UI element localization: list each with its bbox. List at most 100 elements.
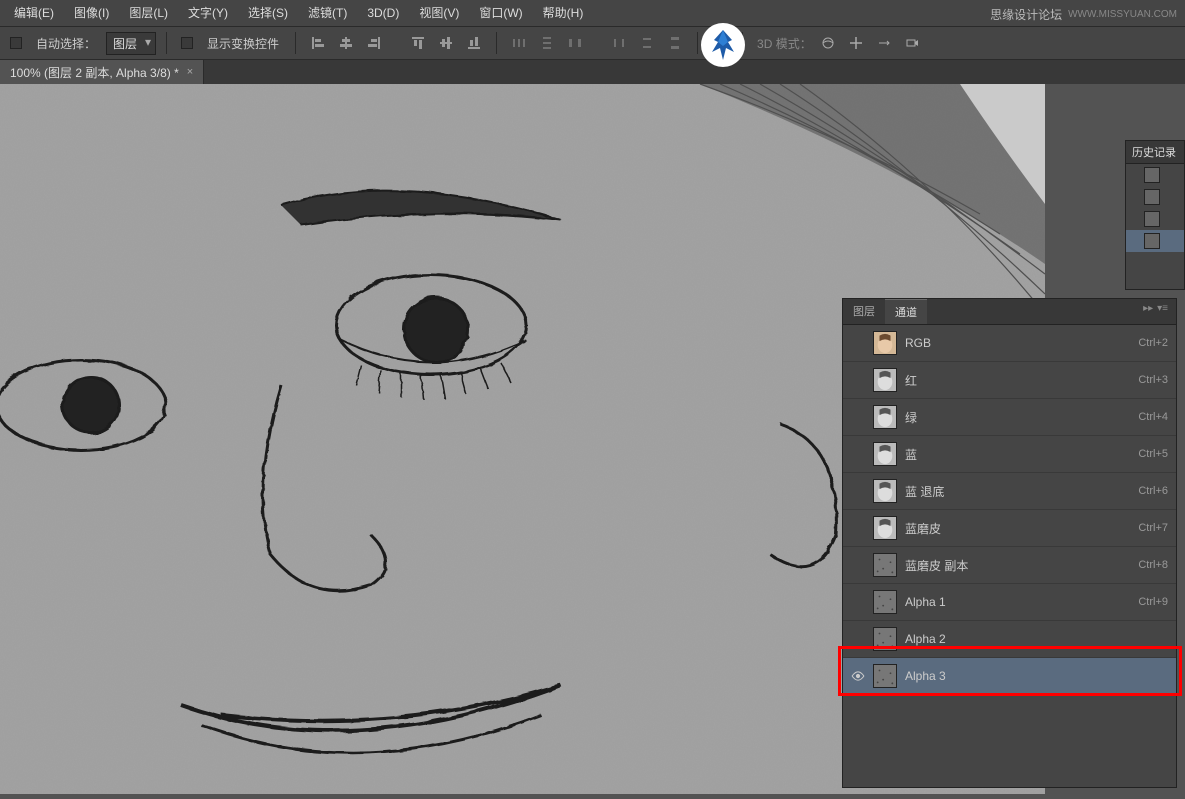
visibility-eye-icon[interactable] <box>851 410 865 424</box>
align-center-v-icon[interactable] <box>434 32 458 54</box>
channel-row[interactable]: Alpha 3 <box>843 658 1176 695</box>
align-left-icon[interactable] <box>306 32 330 54</box>
channel-shortcut: Ctrl+9 <box>1138 596 1168 608</box>
show-transform-checkbox[interactable] <box>181 37 193 49</box>
watermark: 思缘设计论坛 WWW.MISSYUAN.COM <box>990 6 1177 23</box>
channel-thumbnail <box>873 664 897 688</box>
menu-filter[interactable]: 滤镜(T) <box>298 0 357 27</box>
app-logo-icon <box>700 22 746 68</box>
distribute-3-icon[interactable] <box>563 32 587 54</box>
document-tab[interactable]: 100% (图层 2 副本, Alpha 3/8) * × <box>0 60 204 84</box>
history-item[interactable] <box>1126 164 1184 186</box>
align-bottom-icon[interactable] <box>462 32 486 54</box>
options-bar: 自动选择： 图层 显示变换控件 3D 模式： <box>0 27 1185 60</box>
channel-row[interactable]: 蓝 退底 Ctrl+6 <box>843 473 1176 510</box>
channel-shortcut: Ctrl+4 <box>1138 411 1168 423</box>
channel-name: Alpha 3 <box>905 669 1160 683</box>
channels-panel: 图层 通道 ▸▸ ▾≡ RGB Ctrl+2 红 Ctrl+3 绿 Ctrl+4 蓝 Ctrl… <box>842 298 1177 788</box>
show-transform-label: 显示变换控件 <box>207 35 279 52</box>
history-item[interactable] <box>1126 208 1184 230</box>
align-top-icon[interactable] <box>406 32 430 54</box>
align-right-icon[interactable] <box>362 32 386 54</box>
channel-thumbnail <box>873 479 897 503</box>
close-tab-icon[interactable]: × <box>187 66 193 78</box>
channel-name: Alpha 2 <box>905 632 1160 646</box>
channel-row[interactable]: 绿 Ctrl+4 <box>843 399 1176 436</box>
menu-view[interactable]: 视图(V) <box>409 0 469 27</box>
channel-name: 蓝磨皮 <box>905 520 1130 537</box>
menu-help[interactable]: 帮助(H) <box>533 0 594 27</box>
visibility-eye-icon[interactable] <box>851 373 865 387</box>
channel-row[interactable]: 蓝磨皮 副本 Ctrl+8 <box>843 547 1176 584</box>
menu-edit[interactable]: 编辑(E) <box>4 0 64 27</box>
document-tab-title: 100% (图层 2 副本, Alpha 3/8) * <box>10 64 179 81</box>
channel-name: 蓝 退底 <box>905 483 1130 500</box>
visibility-eye-icon[interactable] <box>851 336 865 350</box>
distribute-spacing-v-icon[interactable] <box>635 32 659 54</box>
auto-select-dropdown[interactable]: 图层 <box>106 32 156 55</box>
visibility-eye-icon[interactable] <box>851 484 865 498</box>
channel-thumbnail <box>873 627 897 651</box>
channel-thumbnail <box>873 405 897 429</box>
channel-thumbnail <box>873 590 897 614</box>
channel-shortcut: Ctrl+6 <box>1138 485 1168 497</box>
visibility-eye-icon[interactable] <box>851 447 865 461</box>
channel-shortcut: Ctrl+3 <box>1138 374 1168 386</box>
distribute-v-icon[interactable] <box>535 32 559 54</box>
history-item[interactable] <box>1126 186 1184 208</box>
visibility-eye-icon[interactable] <box>851 669 865 683</box>
channel-name: 蓝 <box>905 446 1130 463</box>
channel-thumbnail <box>873 442 897 466</box>
history-panel: 历史记录 <box>1125 140 1185 290</box>
channel-name: Alpha 1 <box>905 595 1130 609</box>
channel-row[interactable]: 蓝 Ctrl+5 <box>843 436 1176 473</box>
distribute-spacing-3-icon[interactable] <box>663 32 687 54</box>
visibility-eye-icon[interactable] <box>851 521 865 535</box>
menu-layer[interactable]: 图层(L) <box>119 0 178 27</box>
visibility-eye-icon[interactable] <box>851 595 865 609</box>
mode3d-label: 3D 模式： <box>757 35 812 52</box>
channel-row[interactable]: RGB Ctrl+2 <box>843 325 1176 362</box>
3d-camera-icon[interactable] <box>900 32 924 54</box>
menu-select[interactable]: 选择(S) <box>238 0 298 27</box>
channel-name: RGB <box>905 336 1130 350</box>
channel-thumbnail <box>873 553 897 577</box>
distribute-spacing-h-icon[interactable] <box>607 32 631 54</box>
3d-slide-icon[interactable] <box>872 32 896 54</box>
panel-menu-icon[interactable]: ▾≡ <box>1157 303 1168 320</box>
document-tab-bar: 100% (图层 2 副本, Alpha 3/8) * × <box>0 60 1185 84</box>
auto-select-checkbox[interactable] <box>10 37 22 49</box>
channel-thumbnail <box>873 516 897 540</box>
distribute-h-icon[interactable] <box>507 32 531 54</box>
watermark-url: WWW.MISSYUAN.COM <box>1068 9 1177 20</box>
menu-type[interactable]: 文字(Y) <box>178 0 238 27</box>
tab-layers[interactable]: 图层 <box>843 299 885 324</box>
channel-thumbnail <box>873 331 897 355</box>
channel-shortcut: Ctrl+7 <box>1138 522 1168 534</box>
channel-row[interactable]: Alpha 1 Ctrl+9 <box>843 584 1176 621</box>
channel-name: 蓝磨皮 副本 <box>905 557 1130 574</box>
align-center-h-icon[interactable] <box>334 32 358 54</box>
channel-row[interactable]: Alpha 2 <box>843 621 1176 658</box>
panel-collapse-icon[interactable]: ▸▸ <box>1143 303 1153 320</box>
history-panel-title: 历史记录 <box>1126 141 1184 164</box>
menu-3d[interactable]: 3D(D) <box>357 0 409 27</box>
3d-pan-icon[interactable] <box>844 32 868 54</box>
menu-window[interactable]: 窗口(W) <box>469 0 532 27</box>
channel-name: 绿 <box>905 409 1130 426</box>
auto-select-label: 自动选择： <box>36 35 96 52</box>
visibility-eye-icon[interactable] <box>851 558 865 572</box>
channel-shortcut: Ctrl+5 <box>1138 448 1168 460</box>
panel-tab-bar: 图层 通道 ▸▸ ▾≡ <box>843 299 1176 325</box>
channel-name: 红 <box>905 372 1130 389</box>
channel-shortcut: Ctrl+2 <box>1138 337 1168 349</box>
channel-row[interactable]: 红 Ctrl+3 <box>843 362 1176 399</box>
menu-image[interactable]: 图像(I) <box>64 0 119 27</box>
channel-row[interactable]: 蓝磨皮 Ctrl+7 <box>843 510 1176 547</box>
history-item[interactable] <box>1126 230 1184 252</box>
3d-orbit-icon[interactable] <box>816 32 840 54</box>
channel-shortcut: Ctrl+8 <box>1138 559 1168 571</box>
visibility-eye-icon[interactable] <box>851 632 865 646</box>
channel-thumbnail <box>873 368 897 392</box>
tab-channels[interactable]: 通道 <box>885 299 927 324</box>
